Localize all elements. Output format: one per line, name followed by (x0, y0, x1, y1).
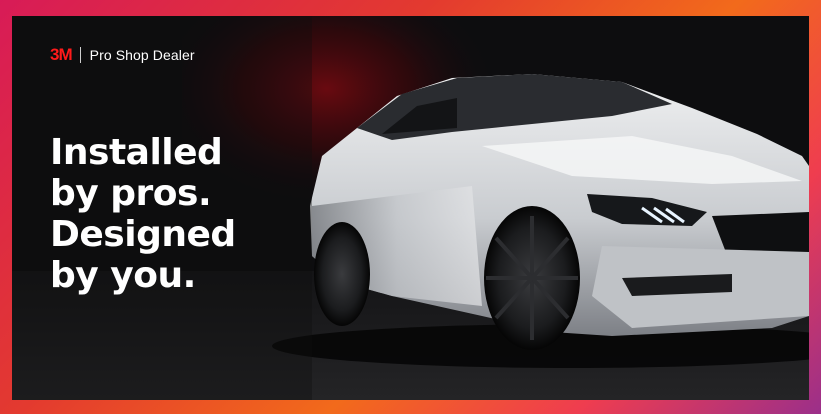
headline-line-3: Designed (50, 214, 236, 255)
headline-line-2: by pros. (50, 173, 212, 214)
brand-lockup: 3M Pro Shop Dealer (50, 46, 195, 63)
headline-line-4: by you. (50, 255, 196, 296)
3m-logo: 3M (50, 45, 73, 64)
headline: Installed by pros. Designed by you. (50, 132, 236, 296)
ad-banner[interactable]: 3M Pro Shop Dealer Installed by pros. De… (0, 0, 821, 414)
brand-name: Pro Shop Dealer (89, 46, 195, 63)
brand-divider (79, 46, 81, 63)
headline-line-1: Installed (50, 132, 223, 173)
banner-panel: 3M Pro Shop Dealer Installed by pros. De… (12, 16, 809, 400)
